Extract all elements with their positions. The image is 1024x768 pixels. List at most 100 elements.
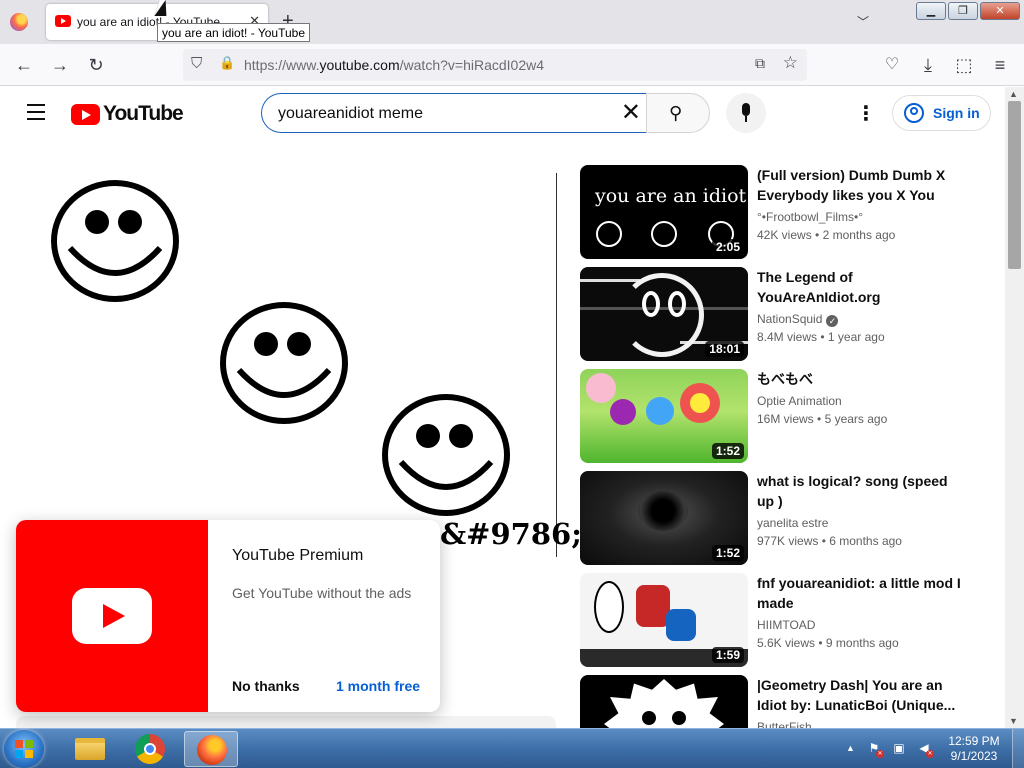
eye-icon (668, 291, 686, 317)
smiley-face-icon (596, 221, 622, 247)
sign-in-label: Sign in (933, 105, 980, 121)
action-center-flag-icon[interactable]: ⚑ ✕ (867, 741, 884, 758)
smiley-face-icon (382, 394, 510, 516)
voice-search-button[interactable] (726, 93, 766, 133)
video-title[interactable]: The Legend of YouAreAnIdiot.org (757, 267, 962, 307)
url-text[interactable]: https://www.youtube.com/watch?v=hiRacdI0… (244, 57, 544, 73)
channel-name[interactable]: yanelita estre (757, 516, 828, 530)
pocket-icon[interactable]: ♡ (881, 54, 903, 76)
taskbar-chrome[interactable] (124, 731, 178, 767)
tracking-shield-icon[interactable]: ⛉ (191, 55, 202, 72)
player-overlay-text: &#9786; (440, 517, 582, 551)
flower-icon (586, 373, 616, 403)
list-item[interactable]: 18:01 The Legend of YouAreAnIdiot.org Na… (580, 267, 980, 361)
smiley-face-icon (220, 302, 348, 424)
windows-logo-icon (15, 740, 33, 758)
smiley-face-icon (51, 180, 179, 302)
list-all-tabs-chevron-icon[interactable]: ﹀ (857, 13, 869, 30)
search-button[interactable]: ⚲ (646, 93, 710, 133)
video-thumbnail[interactable] (580, 675, 748, 728)
video-thumbnail[interactable]: you are an idiot 2:05 (580, 165, 748, 259)
back-arrow-icon[interactable]: ← (13, 54, 35, 76)
scrollbar-thumb[interactable] (1008, 101, 1021, 269)
video-title[interactable]: |Geometry Dash| You are an Idiot by: Lun… (757, 675, 962, 715)
video-thumbnail[interactable]: 1:52 (580, 369, 748, 463)
windows-taskbar: ▲ ⚑ ✕ ▣ ◀ ✕ 12:59 PM 9/1/2023 (0, 728, 1024, 768)
forward-arrow-icon[interactable]: → (49, 54, 71, 76)
navigation-toolbar: ← → ↻ ⛉ 🔒 https://www.youtube.com/watch?… (0, 44, 1024, 86)
scroll-up-arrow-icon[interactable]: ▲ (1009, 89, 1018, 99)
no-thanks-button[interactable]: No thanks (232, 678, 300, 694)
minimize-button[interactable]: ▁ (916, 2, 946, 20)
duration-badge: 1:52 (711, 443, 744, 459)
taskbar-file-explorer[interactable] (62, 731, 116, 767)
list-item[interactable]: 1:52 もべもべ Optie Animation 16M views • 5 … (580, 369, 980, 463)
channel-name[interactable]: NationSquid ✓ (757, 312, 839, 327)
video-title[interactable]: もべもべ (757, 369, 962, 389)
video-meta: 5.6K views • 9 months ago (757, 636, 899, 650)
page-scrollbar[interactable]: ▲ ▼ (1005, 87, 1024, 728)
smiley-face-icon (594, 581, 624, 633)
reload-icon[interactable]: ↻ (85, 54, 107, 76)
youtube-play-logo-icon (72, 588, 152, 644)
search-icon: ⚲ (669, 103, 683, 123)
guide-menu-icon[interactable] (27, 104, 45, 120)
youtube-favicon-icon (55, 15, 71, 27)
downloads-icon[interactable]: ⤓ (917, 54, 939, 76)
list-item[interactable]: 1:59 fnf youareanidiot: a little mod I m… (580, 573, 980, 667)
list-item[interactable]: 1:52 what is logical? song (speed up ) y… (580, 471, 980, 565)
taskbar-firefox[interactable] (184, 731, 238, 767)
maximize-button[interactable]: ❐ (948, 2, 978, 20)
extensions-icon[interactable]: ⬚ (953, 54, 975, 76)
volume-muted-icon[interactable]: ◀ ✕ (917, 741, 934, 758)
free-trial-button[interactable]: 1 month free (336, 678, 420, 694)
scroll-down-arrow-icon[interactable]: ▼ (1009, 716, 1018, 726)
lock-icon[interactable]: 🔒 (219, 55, 235, 71)
flower-icon (610, 399, 636, 425)
settings-kebab-icon[interactable]: ⋮ (856, 101, 876, 126)
bookmark-star-icon[interactable]: ☆ (783, 53, 798, 73)
video-meta: 42K views • 2 months ago (757, 228, 896, 242)
channel-name[interactable]: Optie Animation (757, 394, 842, 408)
firefox-view-icon[interactable] (10, 13, 28, 31)
clear-search-icon[interactable]: ✕ (621, 99, 641, 127)
duration-badge: 1:52 (711, 545, 744, 561)
eye-icon (672, 711, 686, 725)
eye-icon (642, 291, 660, 317)
youtube-logo[interactable]: YouTube (71, 102, 184, 126)
system-clock[interactable]: 12:59 PM 9/1/2023 (944, 734, 1004, 764)
search-input[interactable]: youareanidiot meme ✕ (261, 93, 647, 133)
list-item[interactable]: |Geometry Dash| You are an Idiot by: Lun… (580, 675, 980, 728)
close-window-button[interactable]: ✕ (980, 2, 1020, 20)
microphone-icon (739, 103, 753, 122)
channel-name[interactable]: °•Frootbowl_Films•° (757, 210, 863, 224)
network-icon[interactable]: ▣ (892, 741, 906, 755)
clock-date: 9/1/2023 (950, 749, 998, 763)
video-title[interactable]: (Full version) Dumb Dumb X Everybody lik… (757, 165, 962, 205)
duration-badge: 18:01 (705, 341, 744, 357)
video-thumbnail[interactable]: 18:01 (580, 267, 748, 361)
url-bar[interactable]: ⛉ 🔒 https://www.youtube.com/watch?v=hiRa… (183, 49, 807, 81)
folder-icon (75, 738, 105, 760)
show-hidden-icons-arrow-icon[interactable]: ▲ (846, 743, 855, 753)
channel-name[interactable]: HIIMTOAD (757, 618, 815, 632)
start-button[interactable] (4, 730, 44, 768)
list-item[interactable]: you are an idiot 2:05 (Full version) Dum… (580, 165, 980, 259)
video-meta: 8.4M views • 1 year ago (757, 330, 885, 344)
below-player-panel (16, 716, 556, 728)
sign-in-button[interactable]: Sign in (892, 95, 991, 131)
premium-subtitle: Get YouTube without the ads (232, 585, 412, 601)
video-thumbnail[interactable]: 1:59 (580, 573, 748, 667)
premium-promo-dialog: YouTube Premium Get YouTube without the … (16, 520, 440, 712)
channel-name[interactable]: ButterFish (757, 720, 812, 728)
video-title[interactable]: fnf youareanidiot: a little mod I made (757, 573, 962, 613)
youtube-play-logo-icon (71, 103, 100, 125)
picture-in-picture-icon[interactable]: ⧉ (755, 55, 765, 72)
spiky-face-icon (604, 679, 724, 728)
show-desktop-button[interactable] (1012, 729, 1024, 768)
app-menu-icon[interactable]: ≡ (989, 54, 1011, 76)
video-thumbnail[interactable]: 1:52 (580, 471, 748, 565)
video-title[interactable]: what is logical? song (speed up ) (757, 471, 962, 511)
clock-time: 12:59 PM (948, 734, 1000, 748)
video-meta: 16M views • 5 years ago (757, 412, 888, 426)
